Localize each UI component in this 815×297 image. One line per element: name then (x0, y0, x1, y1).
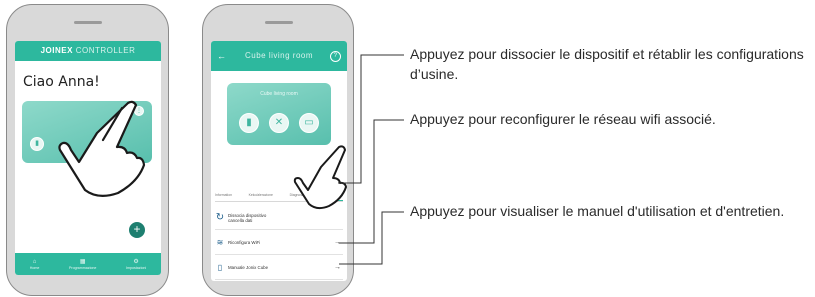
hand-pointer-icon (293, 145, 347, 210)
annotation-manual: Appuyez pour visualiser le manuel d'util… (410, 203, 785, 219)
callout-lines (338, 54, 404, 265)
annotation-wifi: Appuyez pour reconfigurer le réseau wifi… (410, 111, 716, 127)
annotation-dissociate: Appuyez pour dissocier le dispositif et … (410, 46, 804, 82)
hand-pointer-icon (58, 100, 146, 197)
